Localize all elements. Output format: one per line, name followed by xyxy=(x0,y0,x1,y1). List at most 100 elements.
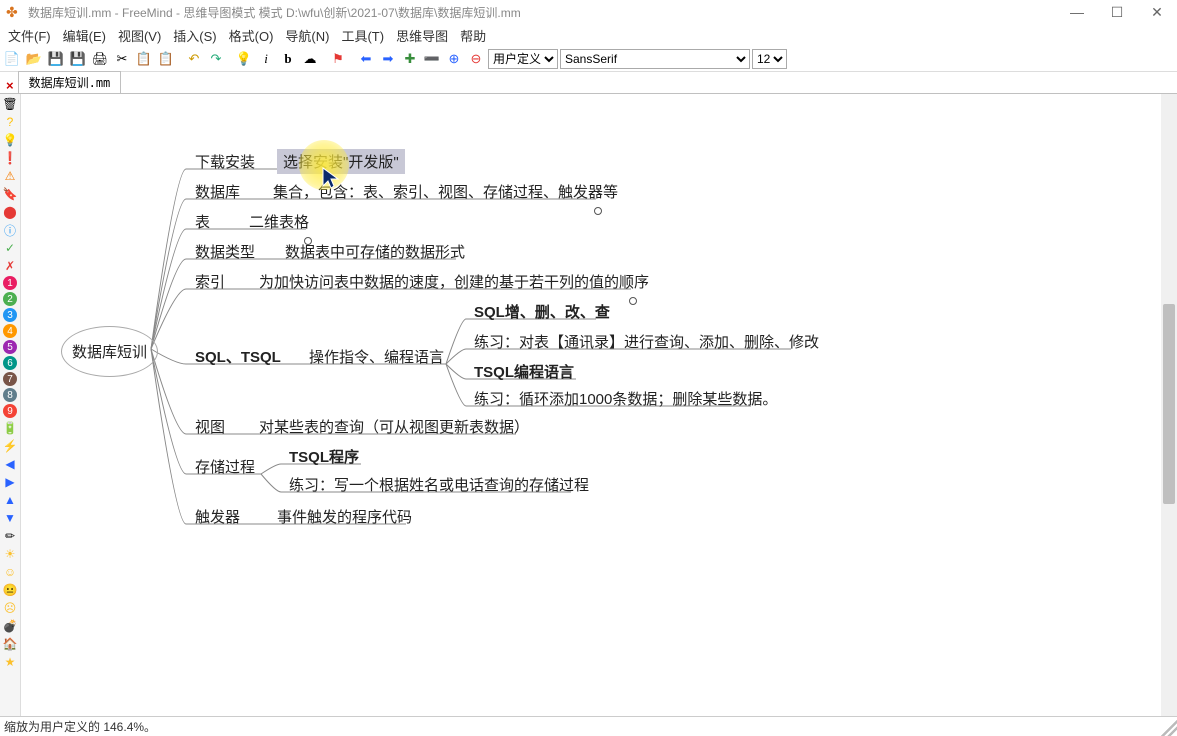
node-index[interactable]: 索引 xyxy=(189,269,231,294)
node-table[interactable]: 表 xyxy=(189,209,216,234)
node-datatype[interactable]: 数据类型 xyxy=(189,239,261,264)
node-tsql-lang[interactable]: TSQL编程语言 xyxy=(468,359,580,384)
italic-icon[interactable]: i xyxy=(256,49,276,69)
node-view[interactable]: 视图 xyxy=(189,414,231,439)
tab-close-icon[interactable]: × xyxy=(2,78,18,93)
minimize-button[interactable]: — xyxy=(1057,0,1097,24)
n5-icon[interactable]: 5 xyxy=(3,340,17,354)
n1-icon[interactable]: 1 xyxy=(3,276,17,290)
node-index-desc[interactable]: 为加快访问表中数据的速度，创建的基于若干列的值的顺序 xyxy=(253,269,655,294)
scrollbar-vertical[interactable] xyxy=(1161,94,1177,716)
help-icon[interactable]: ? xyxy=(2,114,18,130)
n4-icon[interactable]: 4 xyxy=(3,324,17,338)
cloud-icon[interactable]: ☁ xyxy=(300,49,320,69)
fold-dot[interactable] xyxy=(594,207,602,215)
info-icon[interactable]: ⓘ xyxy=(2,222,18,238)
paste-icon[interactable]: 📋 xyxy=(156,49,176,69)
bold-icon[interactable]: b xyxy=(278,49,298,69)
node-trigger-desc[interactable]: 事件触发的程序代码 xyxy=(271,504,418,529)
menu-tools[interactable]: 工具(T) xyxy=(337,25,388,46)
node-sql[interactable]: SQL、TSQL xyxy=(189,344,287,369)
font-select[interactable]: SansSerif xyxy=(560,49,750,69)
node-proc[interactable]: 存储过程 xyxy=(189,454,261,479)
flag-icon[interactable]: ⚑ xyxy=(328,49,348,69)
tag-icon[interactable]: 🔖 xyxy=(2,186,18,202)
warn-icon[interactable]: ❗ xyxy=(2,150,18,166)
minus-icon[interactable]: ➖ xyxy=(422,49,442,69)
home-icon[interactable]: 🏠 xyxy=(2,636,18,652)
close-button[interactable]: ✕ xyxy=(1137,0,1177,24)
menu-insert[interactable]: 插入(S) xyxy=(169,25,220,46)
light-icon[interactable]: ⚡ xyxy=(2,438,18,454)
document-tab[interactable]: 数据库短训.mm xyxy=(18,71,122,93)
arrow-right-icon[interactable]: ➡ xyxy=(378,49,398,69)
open-icon[interactable]: 📂 xyxy=(24,49,44,69)
link-icon[interactable]: ⊕ xyxy=(444,49,464,69)
fold-dot[interactable] xyxy=(629,297,637,305)
fontsize-select[interactable]: 12 xyxy=(752,49,787,69)
n9-icon[interactable]: 9 xyxy=(3,404,17,418)
node-trigger[interactable]: 触发器 xyxy=(189,504,246,529)
new-icon[interactable]: 📄 xyxy=(2,49,22,69)
bulb-icon[interactable]: 💡 xyxy=(234,49,254,69)
no-icon[interactable]: ✗ xyxy=(2,258,18,274)
undo-icon[interactable]: ↶ xyxy=(184,49,204,69)
maximize-button[interactable]: ☐ xyxy=(1097,0,1137,24)
neutral-icon[interactable]: 😐 xyxy=(2,582,18,598)
save-icon[interactable]: 💾 xyxy=(46,49,66,69)
node-sql-desc[interactable]: 操作指令、编程语言 xyxy=(303,344,450,369)
menu-mindmap[interactable]: 思维导图 xyxy=(392,25,452,46)
zoom-select[interactable]: 用户定义. xyxy=(488,49,558,69)
smile-icon[interactable]: ☺ xyxy=(2,564,18,580)
stop-icon[interactable]: ⬤ xyxy=(2,204,18,220)
sad-icon[interactable]: ☹ xyxy=(2,600,18,616)
batt-icon[interactable]: 🔋 xyxy=(2,420,18,436)
back-icon[interactable]: ◀ xyxy=(2,456,18,472)
plus-icon[interactable]: ✚ xyxy=(400,49,420,69)
node-proc-tsql[interactable]: TSQL程序 xyxy=(283,444,365,469)
saveas-icon[interactable]: 💾 xyxy=(68,49,88,69)
node-view-desc[interactable]: 对某些表的查询（可从视图更新表数据） xyxy=(253,414,535,439)
resize-grip[interactable] xyxy=(1161,720,1177,736)
scroll-thumb[interactable] xyxy=(1163,304,1175,504)
down-icon[interactable]: ▼ xyxy=(2,510,18,526)
menu-file[interactable]: 文件(F) xyxy=(4,25,55,46)
node-database[interactable]: 数据库 xyxy=(189,179,246,204)
link2-icon[interactable]: ⊖ xyxy=(466,49,486,69)
menu-view[interactable]: 视图(V) xyxy=(114,25,165,46)
menu-edit[interactable]: 编辑(E) xyxy=(59,25,110,46)
idea-icon[interactable]: 💡 xyxy=(2,132,18,148)
n2-icon[interactable]: 2 xyxy=(3,292,17,306)
menu-format[interactable]: 格式(O) xyxy=(225,25,278,46)
node-tsql-ex[interactable]: 练习：循环添加1000条数据；删除某些数据。 xyxy=(468,386,783,411)
menu-nav[interactable]: 导航(N) xyxy=(281,25,333,46)
redo-icon[interactable]: ↷ xyxy=(206,49,226,69)
sun-icon[interactable]: ☀ xyxy=(2,546,18,562)
delete-icon[interactable]: 🗑 xyxy=(2,96,18,112)
n7-icon[interactable]: 7 xyxy=(3,372,17,386)
pencil-icon[interactable]: ✏ xyxy=(2,528,18,544)
n3-icon[interactable]: 3 xyxy=(3,308,17,322)
copy-icon[interactable]: 📋 xyxy=(134,49,154,69)
n8-icon[interactable]: 8 xyxy=(3,388,17,402)
star-icon[interactable]: ★ xyxy=(2,654,18,670)
root-node[interactable]: 数据库短训 xyxy=(61,326,158,377)
alert-icon[interactable]: ⚠ xyxy=(2,168,18,184)
up-icon[interactable]: ▲ xyxy=(2,492,18,508)
bomb-icon[interactable]: 💣 xyxy=(2,618,18,634)
arrow-left-icon[interactable]: ⬅ xyxy=(356,49,376,69)
node-db-set[interactable]: 集合，包含：表、索引、视图、存储过程、触发器等 xyxy=(267,179,624,204)
fold-dot[interactable] xyxy=(304,237,312,245)
cut-icon[interactable]: ✂ xyxy=(112,49,132,69)
n6-icon[interactable]: 6 xyxy=(3,356,17,370)
node-proc-ex[interactable]: 练习：写一个根据姓名或电话查询的存储过程 xyxy=(283,472,595,497)
node-table2d[interactable]: 二维表格 xyxy=(243,209,315,234)
node-sql-crud[interactable]: SQL增、删、改、查 xyxy=(468,299,616,324)
node-download-sel[interactable]: 选择安装"开发版" xyxy=(277,149,405,174)
node-sql-ex1[interactable]: 练习：对表【通讯录】进行查询、添加、删除、修改 xyxy=(468,329,825,354)
menu-help[interactable]: 帮助 xyxy=(456,25,490,46)
ok-icon[interactable]: ✓ xyxy=(2,240,18,256)
print-icon[interactable]: 🖨 xyxy=(90,49,110,69)
mindmap-canvas[interactable]: 数据库短训 下载安装 数据库 表 数据类型 索引 SQL、TSQL 视图 存储过… xyxy=(21,94,1177,716)
fwd-icon[interactable]: ▶ xyxy=(2,474,18,490)
